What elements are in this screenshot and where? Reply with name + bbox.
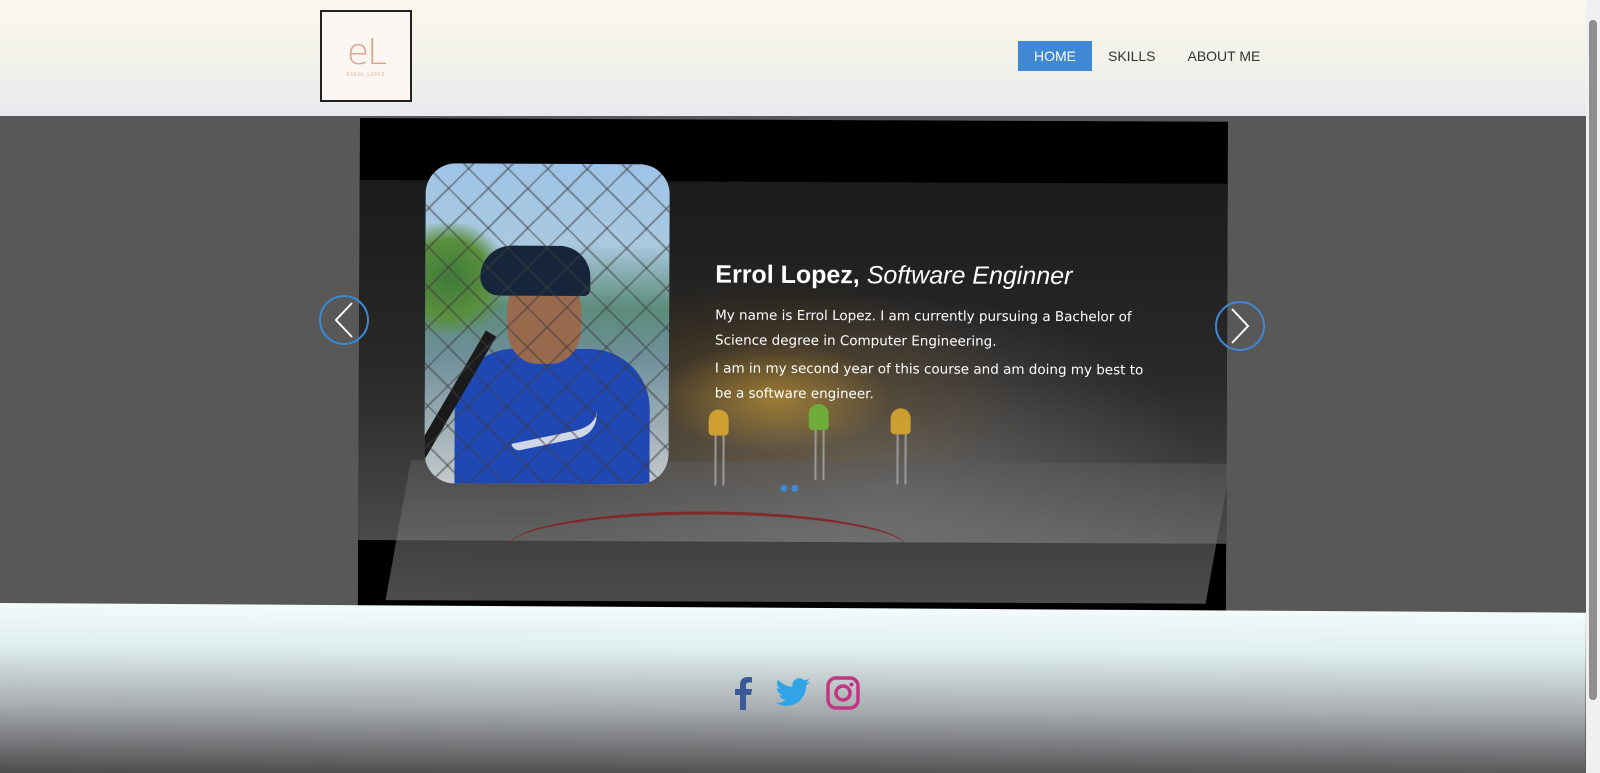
instagram-icon bbox=[826, 676, 860, 710]
site-logo[interactable]: eL ERROL LOPEZ bbox=[320, 10, 412, 102]
page-scrollbar[interactable] bbox=[1586, 0, 1600, 773]
nav-home[interactable]: HOME bbox=[1018, 41, 1092, 71]
led-leg bbox=[822, 430, 825, 481]
slide-title-name: Errol Lopez, bbox=[715, 260, 860, 290]
instagram-link[interactable] bbox=[825, 675, 861, 711]
site-header: eL ERROL LOPEZ HOME SKILLS ABOUT ME bbox=[0, 0, 1600, 116]
logo-subtitle: ERROL LOPEZ bbox=[346, 71, 386, 77]
slider-next-button[interactable] bbox=[1215, 301, 1265, 351]
twitter-icon bbox=[775, 678, 810, 706]
twitter-link[interactable] bbox=[775, 675, 811, 711]
nav-skills[interactable]: SKILLS bbox=[1092, 41, 1171, 71]
slider-indicators bbox=[780, 484, 799, 492]
led-leg bbox=[904, 434, 907, 485]
slide-title: Errol Lopez, Software Enginner bbox=[715, 260, 1155, 292]
scrollbar-thumb[interactable] bbox=[1589, 20, 1597, 700]
led-leg bbox=[814, 429, 817, 480]
page: eL ERROL LOPEZ HOME SKILLS ABOUT ME Erro… bbox=[0, 0, 1600, 773]
social-links bbox=[725, 675, 861, 711]
led-leg bbox=[896, 434, 899, 485]
slider-dot-2[interactable] bbox=[791, 484, 799, 492]
logo-mark: eL bbox=[346, 31, 387, 73]
chevron-left-icon bbox=[334, 302, 353, 338]
slide-caption: Errol Lopez, Software Enginner My name i… bbox=[715, 260, 1156, 409]
led-leg bbox=[714, 435, 717, 486]
led-graphic bbox=[708, 409, 729, 436]
chevron-right-icon bbox=[1231, 308, 1250, 344]
photo-fence bbox=[424, 163, 670, 485]
slide-paragraph-2: I am in my second year of this course an… bbox=[714, 360, 1144, 403]
facebook-link[interactable] bbox=[725, 675, 761, 711]
profile-photo bbox=[424, 163, 670, 485]
slider-dot-1[interactable] bbox=[780, 484, 788, 492]
led-graphic bbox=[808, 403, 829, 431]
hero-slider: Errol Lopez, Software Enginner My name i… bbox=[357, 118, 1231, 616]
slider-prev-button[interactable] bbox=[319, 295, 369, 345]
nav-about-me[interactable]: ABOUT ME bbox=[1171, 41, 1276, 71]
slide-title-role: Software Enginner bbox=[866, 261, 1073, 291]
led-leg bbox=[722, 435, 725, 486]
main-nav: HOME SKILLS ABOUT ME bbox=[1018, 41, 1276, 71]
led-graphic bbox=[890, 408, 911, 435]
wire-graphic bbox=[507, 510, 909, 586]
facebook-icon bbox=[735, 677, 752, 710]
slide-paragraph-1: My name is Errol Lopez. I am currently p… bbox=[714, 307, 1132, 350]
